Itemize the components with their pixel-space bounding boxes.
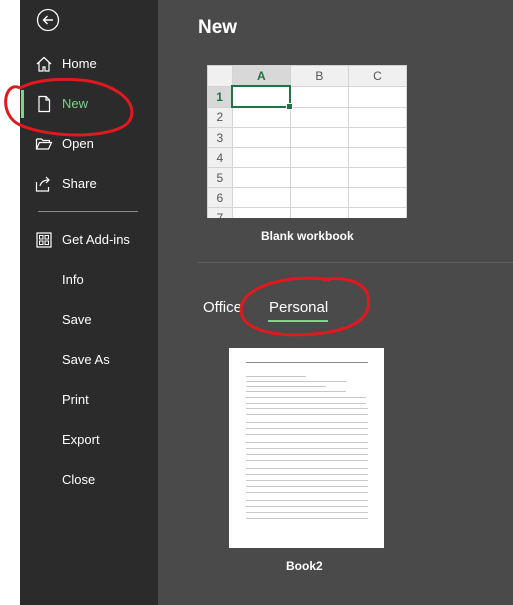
sidebar-item-share[interactable]: Share: [20, 170, 158, 198]
add-ins-icon: [36, 232, 52, 248]
sidebar-item-label: Info: [62, 272, 84, 287]
row-header: 7: [207, 207, 233, 218]
blank-workbook-thumbnail[interactable]: A B C 1 2 3 4 5 6 7: [207, 65, 407, 218]
sidebar-item-close[interactable]: Close: [20, 466, 158, 494]
row-header: 3: [207, 127, 233, 148]
back-arrow-icon[interactable]: [36, 8, 60, 32]
sidebar-item-label: Get Add-ins: [62, 232, 130, 247]
sidebar-item-export[interactable]: Export: [20, 426, 158, 454]
spreadsheet-preview: A B C 1 2 3 4 5 6 7: [207, 65, 407, 218]
sidebar-item-print[interactable]: Print: [20, 386, 158, 414]
sidebar-item-label: Export: [62, 432, 100, 447]
home-icon: [36, 56, 52, 72]
sidebar-item-get-add-ins[interactable]: Get Add-ins: [20, 226, 158, 254]
backstage-sidebar: Home New Open Share Get Add-ins Info Sav…: [20, 0, 158, 605]
column-header: C: [347, 65, 407, 87]
sidebar-item-new[interactable]: New: [20, 90, 158, 118]
sidebar-item-label: Save: [62, 312, 92, 327]
row-header: 6: [207, 187, 233, 208]
column-header: B: [289, 65, 349, 87]
sidebar-item-label: Close: [62, 472, 96, 487]
corner-cell: [207, 65, 233, 87]
row-header: 2: [207, 106, 233, 128]
section-divider: [198, 262, 513, 263]
sidebar-item-label: New: [62, 96, 89, 111]
sidebar-divider: [38, 211, 138, 212]
column-header: A: [231, 65, 291, 87]
tab-active-underline: [268, 320, 328, 322]
backstage-main: New A B C 1 2 3 4 5 6 7 Blank workbook O…: [158, 0, 513, 605]
sidebar-item-save[interactable]: Save: [20, 306, 158, 334]
sidebar-item-home[interactable]: Home: [20, 50, 158, 78]
tab-office[interactable]: Office: [203, 299, 242, 316]
sidebar-item-info[interactable]: Info: [20, 266, 158, 294]
sidebar-item-label: Open: [62, 136, 94, 151]
template-book2-thumbnail[interactable]: [229, 348, 384, 548]
sidebar-item-open[interactable]: Open: [20, 130, 158, 158]
sidebar-item-label: Save As: [62, 352, 110, 367]
row-header: 1: [207, 85, 234, 108]
sidebar-item-label: Print: [62, 392, 89, 407]
sidebar-item-label: Share: [62, 176, 97, 191]
blank-workbook-label: Blank workbook: [261, 229, 354, 243]
share-icon: [35, 176, 50, 192]
open-folder-icon: [35, 138, 53, 150]
row-header: 5: [207, 167, 233, 188]
active-cell: [231, 85, 295, 111]
template-book2-label: Book2: [286, 559, 323, 573]
sidebar-item-save-as[interactable]: Save As: [20, 346, 158, 374]
row-header: 4: [207, 147, 233, 168]
tab-personal[interactable]: Personal: [269, 299, 328, 316]
sidebar-item-label: Home: [62, 56, 97, 71]
page-title: New: [198, 17, 238, 38]
new-document-icon: [38, 95, 51, 113]
